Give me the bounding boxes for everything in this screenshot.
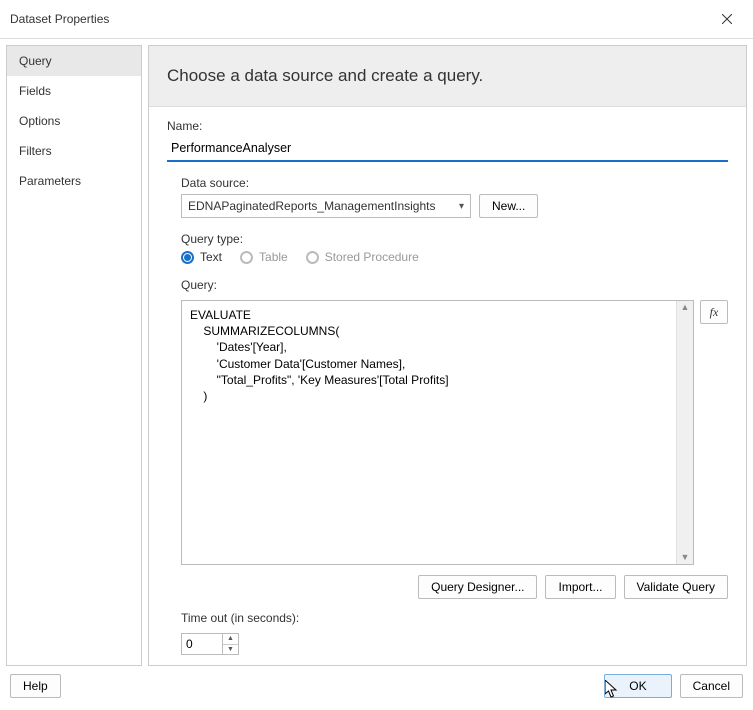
timeout-input[interactable]	[182, 634, 222, 654]
expression-button[interactable]: fx	[700, 300, 728, 324]
window-title: Dataset Properties	[10, 12, 109, 26]
spinner-up-icon[interactable]: ▲	[223, 634, 238, 645]
radio-icon	[240, 251, 253, 264]
querytype-label: Query type:	[181, 232, 728, 246]
help-button[interactable]: Help	[10, 674, 61, 698]
datasource-select[interactable]: EDNAPaginatedReports_ManagementInsights …	[181, 194, 471, 218]
new-datasource-button[interactable]: New...	[479, 194, 538, 218]
query-designer-button[interactable]: Query Designer...	[418, 575, 537, 599]
sidebar-item-parameters[interactable]: Parameters	[7, 166, 141, 196]
querytype-radio-stored[interactable]: Stored Procedure	[306, 250, 419, 264]
query-label: Query:	[181, 278, 728, 292]
querytype-radio-text[interactable]: Text	[181, 250, 222, 264]
query-scrollbar[interactable]: ▲ ▼	[676, 301, 693, 564]
sidebar-item-query[interactable]: Query	[7, 46, 141, 76]
datasource-selected: EDNAPaginatedReports_ManagementInsights	[188, 199, 435, 213]
close-icon	[722, 14, 732, 24]
query-textarea[interactable]	[182, 301, 676, 564]
radio-selected-icon	[181, 251, 194, 264]
spinner-down-icon[interactable]: ▼	[223, 645, 238, 655]
sidebar-item-fields[interactable]: Fields	[7, 76, 141, 106]
name-input[interactable]	[167, 137, 728, 162]
page-title: Choose a data source and create a query.	[149, 46, 746, 107]
sidebar-item-filters[interactable]: Filters	[7, 136, 141, 166]
close-button[interactable]	[709, 6, 745, 32]
sidebar-item-options[interactable]: Options	[7, 106, 141, 136]
sidebar: Query Fields Options Filters Parameters	[6, 45, 142, 666]
name-label: Name:	[167, 119, 728, 133]
validate-query-button[interactable]: Validate Query	[624, 575, 729, 599]
fx-icon: fx	[710, 305, 719, 320]
scroll-up-icon: ▲	[681, 303, 690, 312]
radio-icon	[306, 251, 319, 264]
timeout-spinner[interactable]: ▲ ▼	[181, 633, 239, 655]
timeout-label: Time out (in seconds):	[181, 611, 728, 625]
import-button[interactable]: Import...	[545, 575, 615, 599]
datasource-label: Data source:	[181, 176, 728, 190]
scroll-down-icon: ▼	[681, 553, 690, 562]
cancel-button[interactable]: Cancel	[680, 674, 743, 698]
chevron-down-icon: ▾	[459, 201, 464, 212]
ok-button[interactable]: OK	[604, 674, 671, 698]
querytype-radio-table[interactable]: Table	[240, 250, 288, 264]
